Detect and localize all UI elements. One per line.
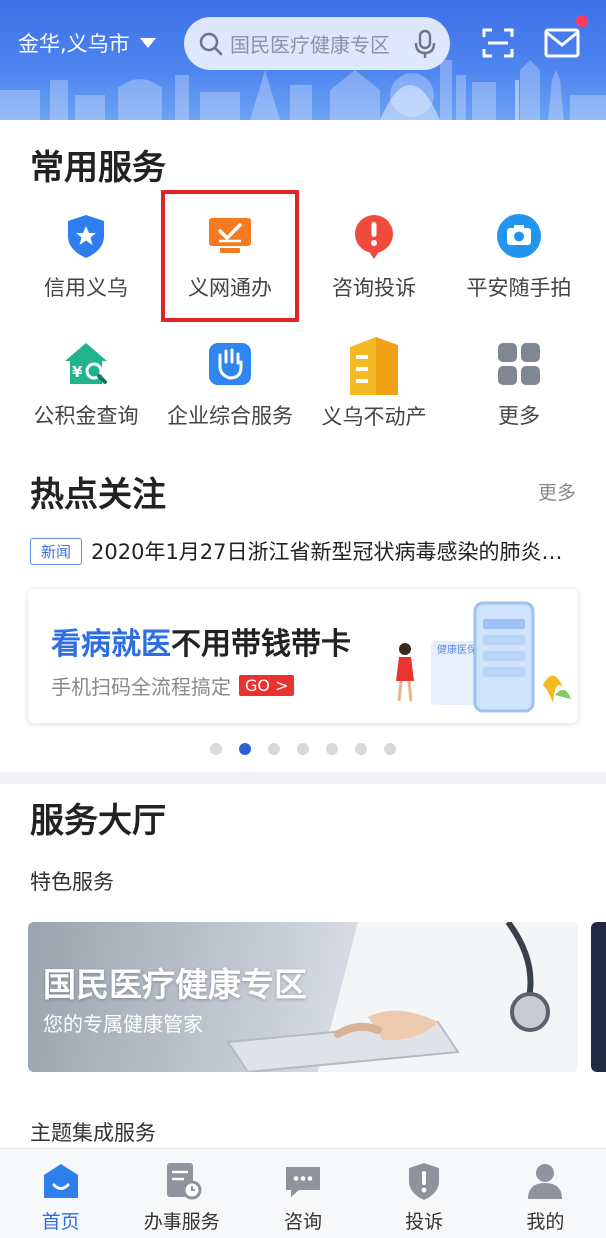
service-credit-yiwu[interactable]: 信用义乌 <box>13 212 159 302</box>
carousel-dot[interactable] <box>326 743 338 755</box>
carousel-dot[interactable] <box>355 743 367 755</box>
search-icon <box>199 32 223 55</box>
service-label: 公积金查询 <box>33 404 139 428</box>
hot-topics-title: 热点关注 <box>30 475 166 515</box>
phone-card-illustration: 健康医保卡 <box>396 601 571 713</box>
service-more[interactable]: 更多 <box>446 340 592 430</box>
service-label: 平安随手拍 <box>466 276 572 300</box>
banner-subtitle-row: 手机扫码全流程搞定 GO > <box>51 671 295 700</box>
carousel-dot-active[interactable] <box>239 743 251 755</box>
banner-title: 看病就医不用带钱带卡 <box>51 619 351 663</box>
carousel-dot[interactable] <box>297 743 309 755</box>
search-bar[interactable]: 国民医疗健康专区 <box>184 17 450 70</box>
service-housing-fund[interactable]: ¥ 公积金查询 <box>13 340 159 430</box>
bottom-tab-bar: 首页 办事服务 咨询 投诉 我的 <box>0 1148 606 1238</box>
grid-icon <box>498 343 540 385</box>
camera-icon <box>497 214 541 258</box>
tab-mine[interactable]: 我的 <box>485 1149 606 1238</box>
chat-bubble-icon <box>286 1167 320 1197</box>
service-real-estate[interactable]: 义乌不动产 <box>301 333 447 431</box>
service-label: 更多 <box>498 404 540 428</box>
health-zone-card[interactable]: 国民医疗健康专区 您的专属健康管家 <box>28 922 578 1072</box>
caret-down-icon <box>139 38 156 48</box>
theme-services-label: 主题集成服务 <box>30 1121 156 1145</box>
next-card-peek[interactable] <box>591 922 606 1072</box>
news-headline[interactable]: 2020年1月27日浙江省新型冠状病毒感染的肺炎疫情 <box>91 536 571 566</box>
building-icon <box>350 337 398 395</box>
carousel-dot[interactable] <box>210 743 222 755</box>
go-button[interactable]: GO > <box>239 675 295 696</box>
service-hall-title: 服务大厅 <box>30 801 166 841</box>
promo-banner[interactable]: 看病就医不用带钱带卡 手机扫码全流程搞定 GO > 健康医保卡 <box>28 589 578 723</box>
hero-title: 国民医疗健康专区 <box>43 965 307 1004</box>
carousel-dot[interactable] <box>268 743 280 755</box>
home-icon <box>43 1164 78 1198</box>
tab-label: 投诉 <box>405 1211 444 1233</box>
document-clock-icon <box>166 1163 202 1200</box>
shield-exclamation-icon <box>409 1163 440 1200</box>
hand-icon <box>209 343 251 385</box>
hot-more-link[interactable]: 更多 <box>538 478 576 505</box>
search-placeholder: 国民医疗健康专区 <box>230 33 390 57</box>
mail-icon[interactable] <box>544 26 580 60</box>
svg-text:¥: ¥ <box>72 363 83 381</box>
news-tag-badge: 新闻 <box>30 538 82 565</box>
carousel-dot[interactable] <box>384 743 396 755</box>
hero-subtitle: 您的专属健康管家 <box>43 1012 203 1036</box>
service-safety-snapshot[interactable]: 平安随手拍 <box>446 212 592 302</box>
exclamation-bubble-icon <box>355 215 393 259</box>
tab-complaint[interactable]: 投诉 <box>364 1149 485 1238</box>
location-selector[interactable]: 金华,义乌市 <box>18 28 156 58</box>
common-services-title: 常用服务 <box>30 148 166 188</box>
tab-services[interactable]: 办事服务 <box>121 1149 242 1238</box>
service-enterprise[interactable]: 企业综合服务 <box>157 340 303 430</box>
tab-label: 咨询 <box>284 1211 323 1233</box>
scan-icon[interactable] <box>482 27 514 59</box>
shield-star-icon <box>68 215 104 258</box>
location-label: 金华,义乌市 <box>18 32 130 56</box>
banner-title-highlight: 看病就医 <box>51 627 171 662</box>
service-label: 信用义乌 <box>44 276 128 300</box>
featured-services-label: 特色服务 <box>30 870 114 894</box>
user-icon <box>528 1164 563 1199</box>
tab-label: 首页 <box>41 1211 80 1233</box>
house-yuan-icon: ¥ <box>65 343 107 384</box>
service-label: 企业综合服务 <box>167 404 293 428</box>
top-header: 金华,义乌市 国民医疗健康专区 <box>0 0 606 120</box>
tab-consult[interactable]: 咨询 <box>242 1149 363 1238</box>
tab-label: 我的 <box>526 1211 565 1233</box>
service-label: 义乌不动产 <box>321 405 427 429</box>
tab-home[interactable]: 首页 <box>0 1149 121 1238</box>
section-divider <box>0 772 606 784</box>
notification-dot <box>576 15 588 27</box>
microphone-icon[interactable] <box>414 29 436 59</box>
service-consult-complaint[interactable]: 咨询投诉 <box>301 212 447 302</box>
banner-subtitle: 手机扫码全流程搞定 <box>51 675 231 699</box>
carousel-indicator <box>0 743 606 755</box>
tab-label: 办事服务 <box>143 1211 220 1233</box>
highlight-box <box>161 190 299 322</box>
service-label: 咨询投诉 <box>332 276 416 300</box>
banner-title-rest: 不用带钱带卡 <box>171 627 351 662</box>
